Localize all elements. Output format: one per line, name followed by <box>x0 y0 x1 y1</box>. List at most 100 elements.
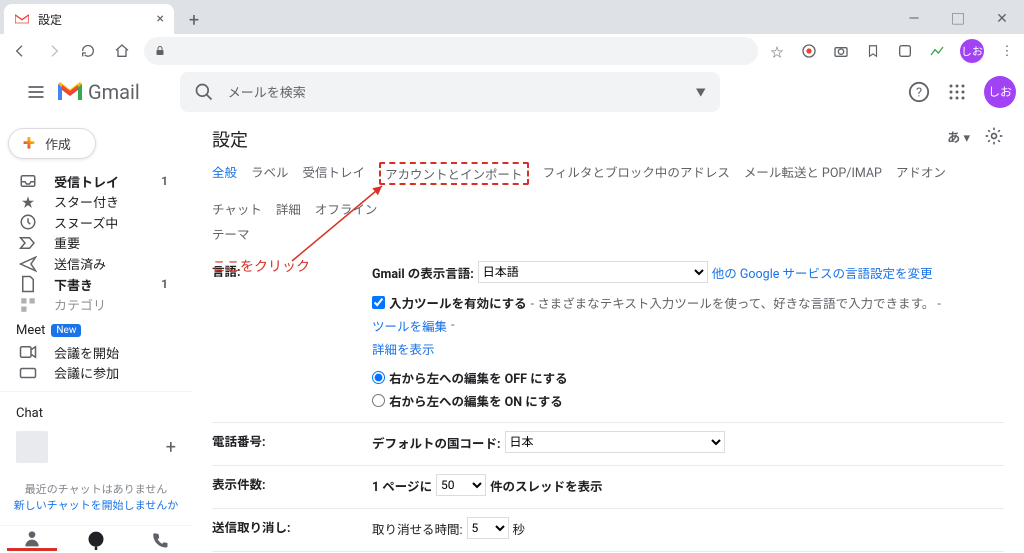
header-right: ? しお <box>908 76 1016 108</box>
main-area: + 作成 受信トレイ 1 ★ スター付き スヌーズ中 重要 送信済み 下書き 1 <box>0 116 1024 553</box>
search-icon <box>194 82 214 102</box>
star-icon[interactable]: ☆ <box>768 42 786 60</box>
ext-icon-3[interactable] <box>928 42 946 60</box>
help-icon[interactable]: ? <box>908 81 930 103</box>
draft-icon <box>16 275 40 293</box>
url-field[interactable] <box>144 37 758 65</box>
settings-tabs-row2: テーマ <box>212 224 1004 243</box>
new-tab-button[interactable]: + <box>180 6 208 34</box>
phone-icon[interactable] <box>135 531 185 549</box>
hamburger-menu[interactable] <box>16 82 56 102</box>
gear-icon[interactable] <box>984 126 1004 146</box>
chat-add-icon[interactable]: + <box>166 437 176 458</box>
nav-categories[interactable]: カテゴリ <box>0 294 184 315</box>
compose-button[interactable]: + 作成 <box>8 128 96 159</box>
input-tool-checkbox[interactable] <box>372 296 385 309</box>
tab-filters[interactable]: フィルタとブロック中のアドレス <box>543 162 730 185</box>
country-code-select[interactable]: 日本 <box>505 431 725 453</box>
tab-title: 設定 <box>38 11 62 28</box>
other-lang-link[interactable]: 他の Google サービスの言語設定を変更 <box>712 263 933 282</box>
browser-menu-icon[interactable]: ⋮ <box>998 42 1016 60</box>
profile-avatar[interactable]: しお <box>960 39 984 63</box>
minimize-button[interactable]: — <box>892 4 936 34</box>
undo-select[interactable]: 5 <box>467 517 509 539</box>
nav-inbox[interactable]: 受信トレイ 1 <box>0 171 184 192</box>
tab-bar: 設定 × + — □ ✕ <box>0 0 1024 34</box>
important-icon <box>16 236 40 250</box>
gmail-logo[interactable]: Gmail <box>56 80 140 104</box>
tab-offline[interactable]: オフライン <box>315 199 378 218</box>
meet-section: Meet New <box>0 315 192 342</box>
gmail-header: Gmail メールを検索 ▼ ? しお <box>0 68 1024 116</box>
search-box[interactable]: メールを検索 ▼ <box>180 72 720 112</box>
clock-icon <box>16 213 40 231</box>
category-icon <box>16 296 40 314</box>
pagesize-select[interactable]: 50 <box>436 474 486 496</box>
nav-starred[interactable]: ★ スター付き <box>0 191 184 212</box>
lock-icon <box>154 45 166 57</box>
nav-snoozed[interactable]: スヌーズ中 <box>0 212 184 233</box>
keyboard-icon <box>16 367 40 379</box>
tab-addons[interactable]: アドオン <box>896 162 946 185</box>
input-lang-button[interactable]: あ ▾ <box>947 127 970 146</box>
row-undo: 送信取り消し: 取り消せる時間: 5 秒 <box>212 508 1004 551</box>
reload-button[interactable] <box>76 39 100 63</box>
maximize-button[interactable]: □ <box>936 4 980 34</box>
camera-icon[interactable] <box>832 42 850 60</box>
nav-drafts[interactable]: 下書き 1 <box>0 274 184 295</box>
settings-table: 言語: Gmail の表示言語: 日本語 他の Google サービスの言語設定… <box>212 253 1004 553</box>
tab-advanced[interactable]: 詳細 <box>276 199 301 218</box>
hangouts-icon[interactable] <box>71 530 121 550</box>
chat-start-link[interactable]: 新しいチャットを開始しませんか <box>14 499 179 512</box>
rtl-off-radio[interactable] <box>372 371 385 384</box>
ext-icon-1[interactable] <box>800 42 818 60</box>
ext-icon-2[interactable] <box>896 42 914 60</box>
home-button[interactable] <box>110 39 134 63</box>
search-placeholder: メールを検索 <box>228 82 306 101</box>
bookmark-icon[interactable] <box>864 42 882 60</box>
chat-person-icon[interactable] <box>7 528 57 551</box>
apps-icon[interactable] <box>948 83 966 101</box>
close-window-button[interactable]: ✕ <box>980 4 1024 34</box>
input-detail-link[interactable]: 詳細を表示 <box>372 339 435 358</box>
account-avatar[interactable]: しお <box>984 76 1016 108</box>
bottom-bar <box>0 525 192 553</box>
row-language: 言語: Gmail の表示言語: 日本語 他の Google サービスの言語設定… <box>212 253 1004 422</box>
chat-user-row[interactable]: + <box>0 425 192 469</box>
settings-content: 設定 あ ▾ 全般 ラベル 受信トレイ アカウントとインポート フィルタとブロッ… <box>192 116 1024 553</box>
row-phone: 電話番号: デフォルトの国コード: 日本 <box>212 422 1004 465</box>
compose-label: 作成 <box>45 134 71 153</box>
rtl-on-radio[interactable] <box>372 394 385 407</box>
tab-inbox[interactable]: 受信トレイ <box>303 162 366 185</box>
video-icon <box>16 345 40 359</box>
forward-button[interactable] <box>42 39 66 63</box>
inbox-icon <box>16 172 40 190</box>
meet-join[interactable]: 会議に参加 <box>0 363 184 384</box>
nav-sent[interactable]: 送信済み <box>0 253 184 274</box>
gmail-logo-text: Gmail <box>88 80 140 104</box>
settings-title: 設定 <box>212 126 1004 152</box>
new-badge: New <box>51 324 81 337</box>
tab-themes[interactable]: テーマ <box>212 224 250 243</box>
tab-labels[interactable]: ラベル <box>251 162 289 185</box>
input-edit-link[interactable]: ツールを編集 <box>372 316 447 335</box>
tab-chat[interactable]: チャット <box>212 199 262 218</box>
tab-general[interactable]: 全般 <box>212 162 237 185</box>
chat-avatar <box>16 431 48 463</box>
gmail-m-icon <box>56 81 84 103</box>
chat-label: Chat <box>0 398 192 425</box>
chat-empty: 最近のチャットはありません 新しいチャットを開始しませんか <box>0 469 192 525</box>
search-dropdown-icon[interactable]: ▼ <box>696 84 706 99</box>
tab-close-icon[interactable]: × <box>157 11 164 27</box>
row-pagesize: 表示件数: 1 ページに 50 件のスレッドを表示 <box>212 465 1004 508</box>
extension-icons: ☆ しお ⋮ <box>768 39 1016 63</box>
language-select[interactable]: 日本語 <box>478 261 708 283</box>
back-button[interactable] <box>8 39 32 63</box>
tab-forwarding[interactable]: メール転送と POP/IMAP <box>744 162 882 185</box>
nav-important[interactable]: 重要 <box>0 233 184 254</box>
star-nav-icon: ★ <box>16 192 40 211</box>
tab-accounts[interactable]: アカウントとインポート <box>379 162 529 185</box>
browser-tab[interactable]: 設定 × <box>4 4 174 34</box>
chat-section: Chat + 最近のチャットはありません 新しいチャットを開始しませんか <box>0 391 192 525</box>
meet-start[interactable]: 会議を開始 <box>0 342 184 363</box>
